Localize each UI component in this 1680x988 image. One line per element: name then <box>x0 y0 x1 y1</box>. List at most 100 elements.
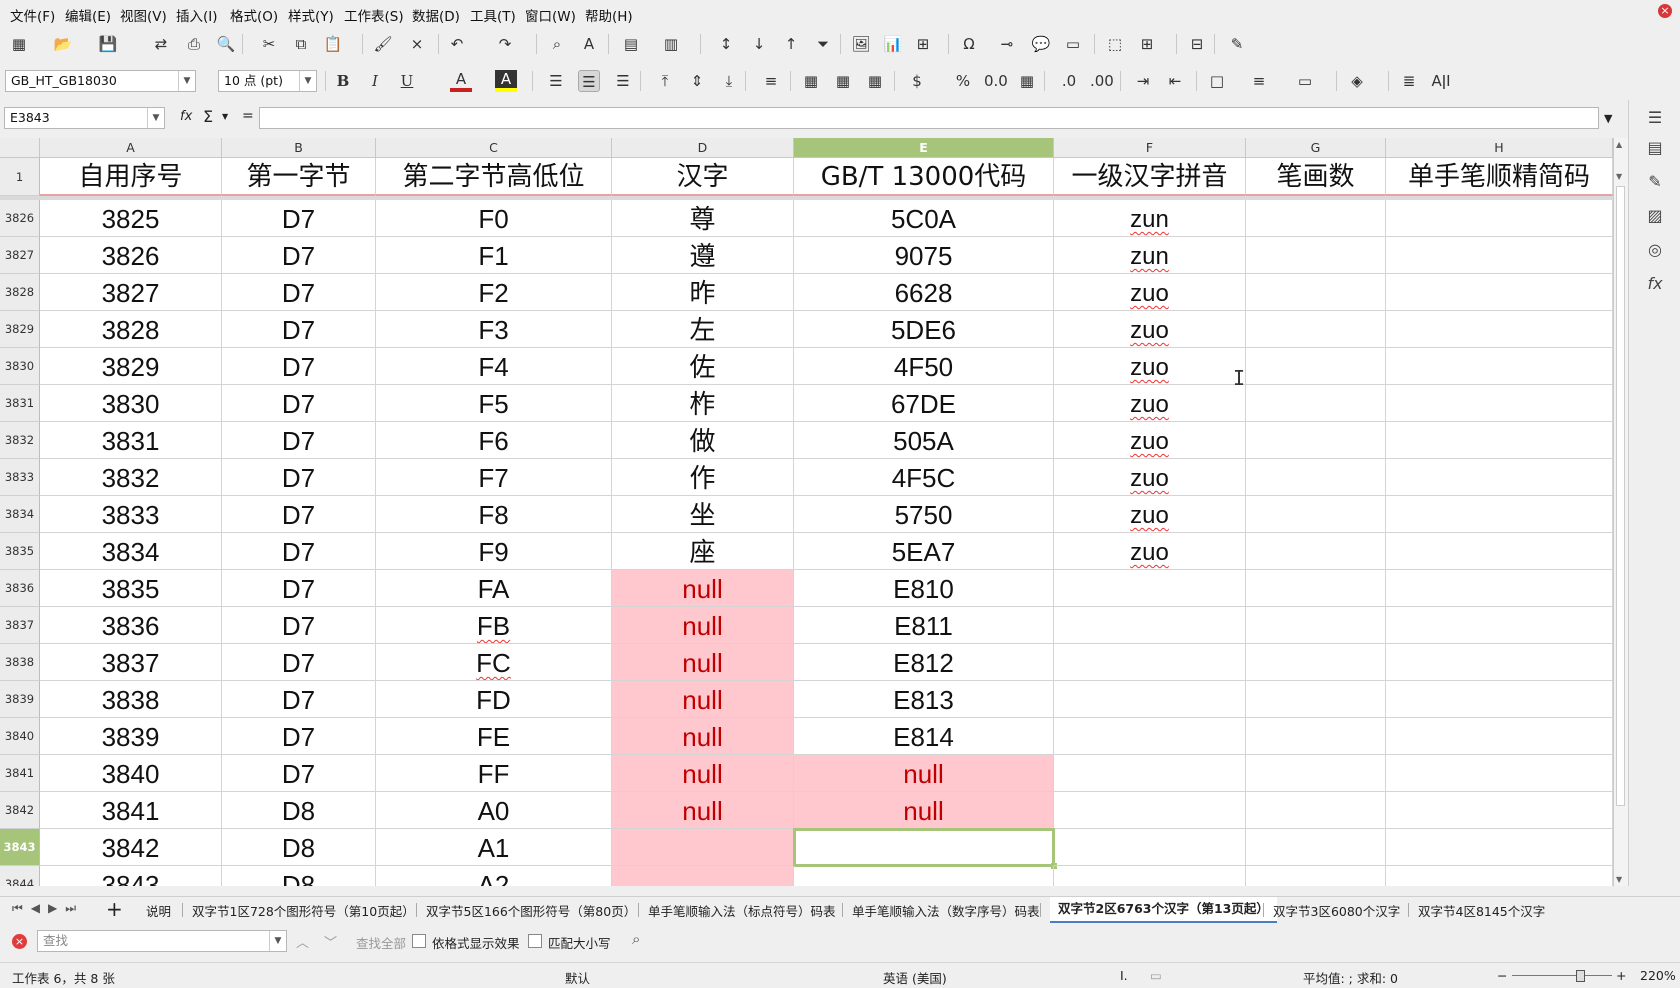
chevron-down-icon[interactable]: ▼ <box>269 931 286 951</box>
menu-item[interactable]: 工作表(S) <box>344 5 404 25</box>
menu-item[interactable]: 数据(D) <box>412 5 460 25</box>
row-header[interactable]: 3828 <box>0 274 40 311</box>
remove-decimal-icon[interactable]: .00 <box>1090 70 1114 92</box>
table-cell[interactable] <box>1246 681 1386 718</box>
table-cell[interactable] <box>1246 200 1386 237</box>
table-cell[interactable]: 3837 <box>40 644 222 681</box>
percent-icon[interactable]: % <box>952 70 974 92</box>
match-case-checkbox[interactable] <box>528 934 542 948</box>
table-cell[interactable] <box>1246 311 1386 348</box>
table-cell[interactable]: A2 <box>376 866 612 886</box>
table-cell[interactable] <box>1386 792 1613 829</box>
scroll-track[interactable] <box>1616 186 1625 806</box>
chevron-down-icon[interactable]: ▼ <box>147 108 164 128</box>
menu-item[interactable]: 工具(T) <box>470 5 516 25</box>
active-cell-cursor[interactable] <box>793 828 1055 867</box>
table-cell[interactable]: 作 <box>612 459 794 496</box>
table-cell[interactable] <box>1246 755 1386 792</box>
table-cell[interactable]: FD <box>376 681 612 718</box>
table-cell[interactable]: F4 <box>376 348 612 385</box>
table-cell[interactable]: D7 <box>222 607 376 644</box>
table-cell[interactable]: D7 <box>222 644 376 681</box>
zoom-in-icon[interactable]: + <box>1616 968 1626 983</box>
table-cell[interactable] <box>1386 607 1613 644</box>
navigator-icon[interactable]: ◎ <box>1629 236 1680 264</box>
row-header[interactable]: 3841 <box>0 755 40 792</box>
table-cell[interactable]: FB <box>376 607 612 644</box>
clear-formatting-icon[interactable]: ⨯ <box>406 33 428 55</box>
table-cell[interactable]: 3825 <box>40 200 222 237</box>
column-title-cell[interactable]: 第二字节高低位 <box>376 158 612 196</box>
table-cell[interactable] <box>1386 237 1613 274</box>
table-cell[interactable]: FE <box>376 718 612 755</box>
column-title-cell[interactable]: 笔画数 <box>1246 158 1386 196</box>
table-cell[interactable]: D7 <box>222 274 376 311</box>
table-cell[interactable]: zuo <box>1054 496 1246 533</box>
table-cell[interactable]: 3833 <box>40 496 222 533</box>
chart-icon[interactable]: 📊 <box>882 33 904 55</box>
formatted-checkbox[interactable] <box>412 934 426 948</box>
close-find-icon[interactable]: × <box>12 934 27 949</box>
define-print-area-icon[interactable]: ⬚ <box>1104 33 1126 55</box>
table-cell[interactable]: F0 <box>376 200 612 237</box>
sheet-tab[interactable]: 单手笔顺输入法（标点符号）码表 <box>648 901 836 920</box>
merge-center-icon[interactable]: ▦ <box>832 70 854 92</box>
merge-cells-icon[interactable]: ▦ <box>800 70 822 92</box>
table-cell[interactable]: zuo <box>1054 459 1246 496</box>
row-header[interactable]: 1 <box>0 158 40 196</box>
cut-icon[interactable]: ✂ <box>258 33 280 55</box>
find-all-button[interactable]: 查找全部 <box>356 933 406 952</box>
row-header[interactable]: 3826 <box>0 200 40 237</box>
menu-item[interactable]: 编辑(E) <box>65 5 111 25</box>
table-cell[interactable]: D8 <box>222 792 376 829</box>
formula-input[interactable] <box>259 107 1599 129</box>
styles-icon[interactable]: ✎ <box>1629 168 1680 196</box>
table-cell[interactable] <box>1246 533 1386 570</box>
row-header[interactable]: 3829 <box>0 311 40 348</box>
image-icon[interactable]: 🖼 <box>850 33 872 55</box>
table-cell[interactable]: 座 <box>612 533 794 570</box>
table-cell[interactable]: 67DE <box>794 385 1054 422</box>
bold-icon[interactable]: B <box>332 70 354 92</box>
table-cell[interactable] <box>612 829 794 866</box>
table-cell[interactable]: E812 <box>794 644 1054 681</box>
unmerge-icon[interactable]: ▦ <box>864 70 886 92</box>
column-header-b[interactable]: B <box>222 138 376 158</box>
table-cell[interactable]: 坐 <box>612 496 794 533</box>
table-cell[interactable] <box>1054 792 1246 829</box>
open-icon[interactable]: 📂 <box>52 33 74 55</box>
table-cell[interactable] <box>1386 422 1613 459</box>
column-title-cell[interactable]: GB/T 13000代码 <box>794 158 1054 196</box>
wrap-text-icon[interactable]: ≡ <box>760 70 782 92</box>
print-icon[interactable]: ⎙ <box>183 33 205 55</box>
table-cell[interactable]: 5EA7 <box>794 533 1054 570</box>
table-cell[interactable]: zun <box>1054 237 1246 274</box>
table-cell[interactable]: 做 <box>612 422 794 459</box>
table-cell[interactable] <box>1054 829 1246 866</box>
border-style-icon[interactable]: ≡ <box>1248 70 1270 92</box>
table-cell[interactable]: 3841 <box>40 792 222 829</box>
chevron-down-icon[interactable]: ▼ <box>178 71 195 91</box>
table-cell[interactable]: null <box>794 792 1054 829</box>
row-header[interactable]: 3838 <box>0 644 40 681</box>
table-cell[interactable]: null <box>612 681 794 718</box>
table-cell[interactable] <box>1246 866 1386 886</box>
special-character-icon[interactable]: Ω <box>958 33 980 55</box>
scroll-down-icon[interactable]: ▼ <box>1616 875 1622 884</box>
add-sheet-icon[interactable]: + <box>106 897 123 921</box>
selection-mode-icon[interactable]: I. <box>1120 968 1128 983</box>
currency-icon[interactable]: $ <box>906 70 928 92</box>
sheet-tab[interactable]: 单手笔顺输入法（数字序号）码表 <box>852 901 1040 920</box>
print-preview-icon[interactable]: 🔍 <box>215 33 237 55</box>
table-cell[interactable] <box>1054 644 1246 681</box>
table-cell[interactable]: F1 <box>376 237 612 274</box>
table-cell[interactable]: zuo <box>1054 385 1246 422</box>
row-header[interactable]: 3834 <box>0 496 40 533</box>
table-cell[interactable]: D7 <box>222 496 376 533</box>
table-cell[interactable]: D7 <box>222 459 376 496</box>
borders-icon[interactable]: □ <box>1206 70 1228 92</box>
find-replace-icon[interactable]: ⌕ <box>546 33 568 55</box>
scroll-down-icon[interactable]: ▼ <box>1616 172 1622 181</box>
table-cell[interactable]: null <box>612 607 794 644</box>
table-cell[interactable] <box>1386 496 1613 533</box>
